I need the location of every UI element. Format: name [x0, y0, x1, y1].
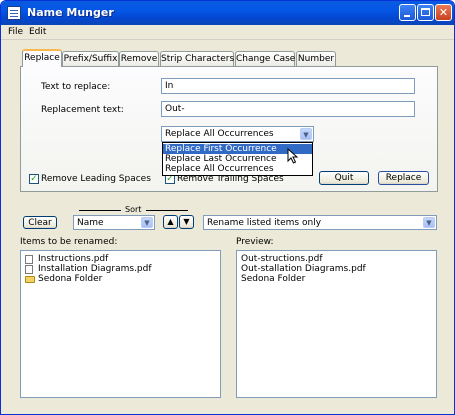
close-button[interactable]: ✕ — [435, 4, 452, 21]
app-window: Name Munger ✕ File Edit Replace Prefix/S… — [0, 0, 455, 415]
preview-list[interactable]: Out-structions.pdf Out-stallation Diagra… — [236, 250, 437, 398]
replace-mode-select[interactable]: Replace All Occurrences ▼ — [161, 126, 314, 142]
sort-down-button[interactable]: ▼ — [179, 215, 194, 229]
list-item: Out-structions.pdf — [241, 254, 323, 264]
folder-icon — [25, 276, 35, 283]
items-to-rename-list[interactable]: Instructions.pdf Installation Diagrams.p… — [20, 250, 221, 398]
list-item: Sedona Folder — [241, 274, 306, 284]
close-icon: ✕ — [438, 6, 449, 19]
arrow-down-icon: ▼ — [183, 217, 190, 226]
title-bar[interactable]: Name Munger ✕ — [1, 1, 454, 25]
tab-replace[interactable]: Replace — [22, 49, 62, 67]
minimize-icon — [404, 15, 410, 17]
minimize-button[interactable] — [399, 4, 416, 21]
menu-edit[interactable]: Edit — [29, 26, 46, 38]
menu-bar: File Edit — [1, 25, 454, 40]
remove-leading-checkbox[interactable]: ✓ — [29, 174, 39, 184]
file-icon — [25, 255, 33, 264]
preview-list-label: Preview: — [236, 237, 274, 247]
menu-file[interactable]: File — [8, 26, 23, 38]
app-icon — [7, 6, 21, 20]
sort-divider-left — [79, 210, 121, 211]
tab-change-case[interactable]: Change Case — [235, 51, 295, 66]
sort-select[interactable]: Name ▼ — [73, 215, 155, 230]
quit-button[interactable]: Quit — [319, 171, 369, 185]
list-item-name: Installation Diagrams.pdf — [38, 264, 152, 274]
sort-divider-right — [146, 210, 188, 211]
tab-number[interactable]: Number — [296, 51, 336, 66]
tab-remove[interactable]: Remove — [119, 51, 159, 66]
list-item-name: Instructions.pdf — [38, 254, 109, 264]
list-item-name: Sedona Folder — [38, 274, 103, 284]
text-to-replace-label: Text to replace: — [41, 82, 111, 92]
chevron-down-icon[interactable]: ▼ — [423, 217, 435, 228]
maximize-icon — [421, 8, 430, 16]
tab-prefix-suffix[interactable]: Prefix/Suffix — [62, 51, 119, 66]
replacement-text-label: Replacement text: — [41, 105, 124, 115]
replacement-text-input[interactable]: Out- — [161, 101, 415, 117]
window-title: Name Munger — [27, 6, 114, 19]
sort-select-value: Name — [77, 218, 104, 228]
chevron-down-icon[interactable]: ▼ — [141, 217, 153, 228]
replace-mode-value: Replace All Occurrences — [165, 129, 274, 139]
option-replace-all[interactable]: Replace All Occurrences — [163, 164, 312, 174]
chevron-down-icon[interactable]: ▼ — [300, 128, 312, 140]
maximize-button[interactable] — [417, 4, 434, 21]
rename-mode-value: Rename listed items only — [207, 218, 322, 228]
arrow-up-icon: ▲ — [167, 217, 174, 226]
text-to-replace-input[interactable]: In — [161, 78, 415, 94]
sort-up-button[interactable]: ▲ — [163, 215, 178, 229]
mouse-cursor-icon — [287, 148, 299, 164]
rename-mode-select[interactable]: Rename listed items only ▼ — [203, 215, 437, 230]
list-item: Out-stallation Diagrams.pdf — [241, 264, 366, 274]
checkmark-icon: ✓ — [30, 174, 38, 184]
tab-strip-characters[interactable]: Strip Characters — [160, 51, 234, 66]
file-icon — [25, 265, 33, 274]
clear-button[interactable]: Clear — [23, 216, 57, 229]
replace-button[interactable]: Replace — [378, 171, 429, 185]
remove-leading-label: Remove Leading Spaces — [41, 174, 151, 184]
items-list-label: Items to be renamed: — [20, 237, 118, 247]
